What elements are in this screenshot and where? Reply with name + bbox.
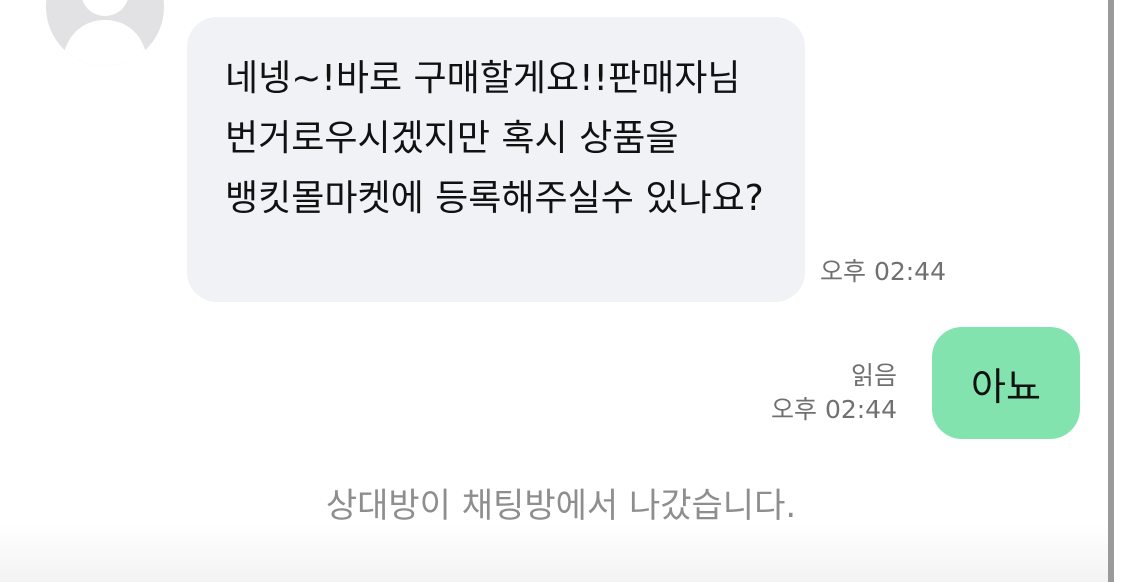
scrollbar-gutter [1114, 0, 1125, 582]
outgoing-message-text: 아뇨 [971, 364, 1041, 409]
user-silhouette-icon [62, 0, 148, 66]
sender-avatar[interactable] [46, 0, 164, 66]
incoming-message-bubble[interactable]: 네넹~!바로 구매할게요!!판매자님 번거로우시겠지만 혹시 상품을 뱅킷몰마켓… [187, 17, 805, 302]
read-receipt: 읽음 [850, 361, 897, 390]
bottom-fade [0, 525, 1108, 582]
outgoing-message-bubble[interactable]: 아뇨 [932, 327, 1080, 439]
system-notice: 상대방이 채팅방에서 나갔습니다. [325, 486, 797, 526]
incoming-message-time: 오후 02:44 [820, 257, 946, 286]
chat-message-list[interactable]: 네넹~!바로 구매할게요!!판매자님 번거로우시겠지만 혹시 상품을 뱅킷몰마켓… [0, 0, 1108, 582]
outgoing-message-time: 오후 02:44 [771, 395, 897, 424]
